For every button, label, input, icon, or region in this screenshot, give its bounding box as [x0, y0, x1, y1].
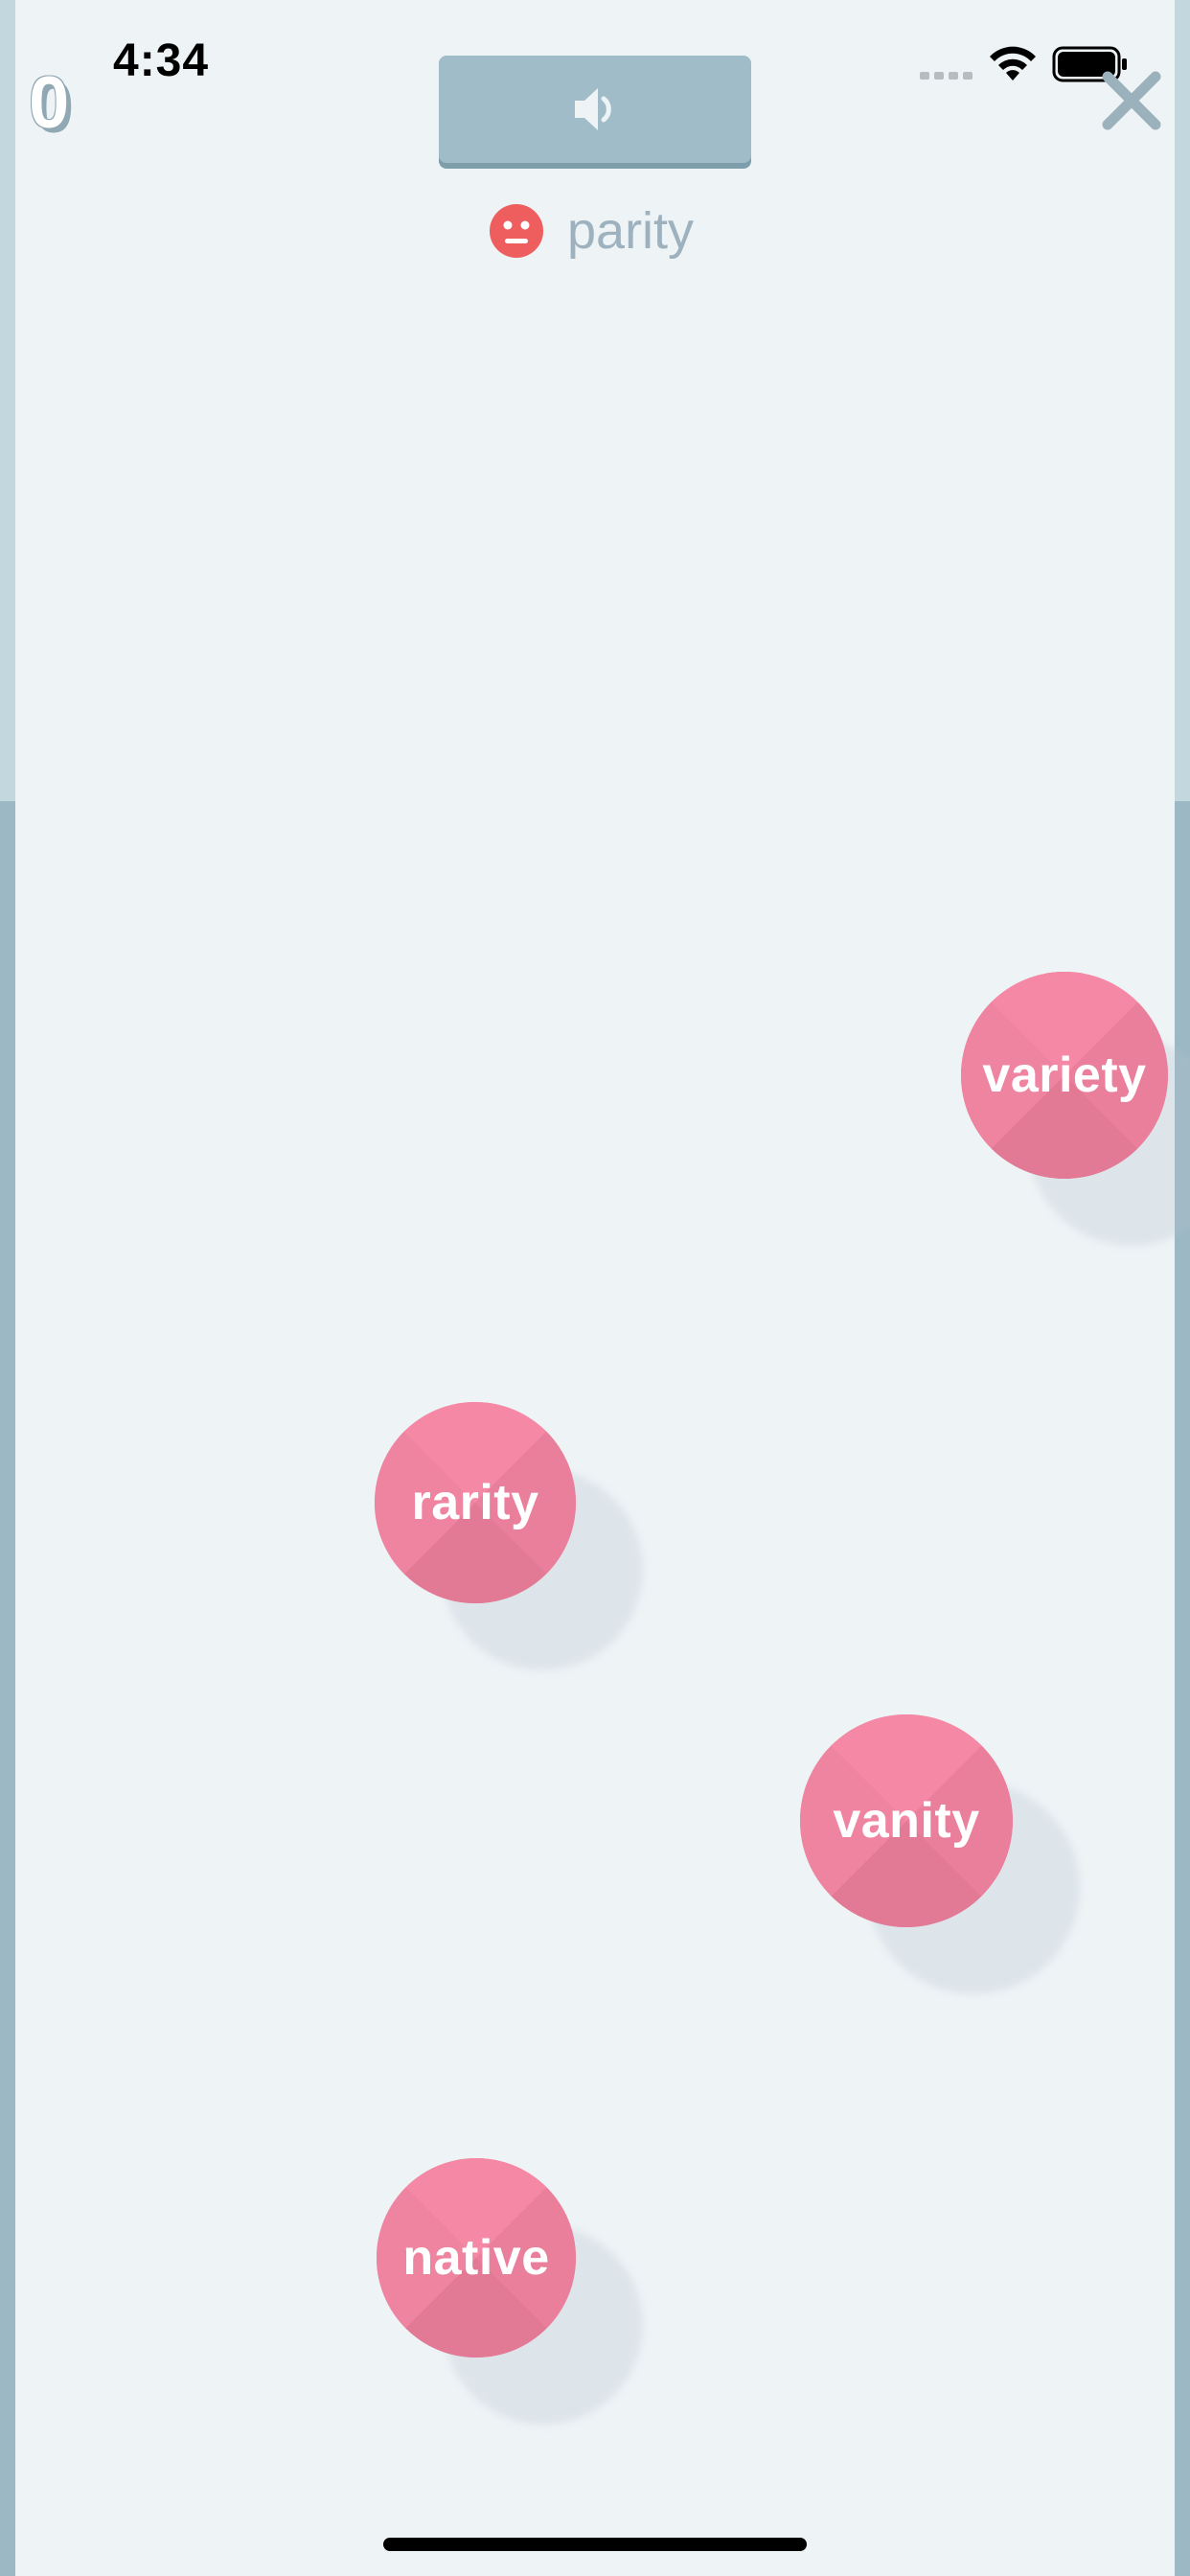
word-bubble-vanity[interactable]: vanity	[800, 1714, 1080, 1994]
word-bubble-label: rarity	[411, 1475, 539, 1530]
sad-face-icon	[490, 204, 543, 258]
word-bubble-label: vanity	[833, 1793, 980, 1849]
score-counter: 0	[29, 62, 70, 144]
prompt-word: parity	[567, 202, 695, 260]
play-audio-button[interactable]	[439, 56, 751, 163]
word-bubble-variety[interactable]: variety	[961, 972, 1190, 1246]
word-bubble-label: native	[402, 2230, 550, 2286]
cellular-signal-icon	[920, 72, 973, 81]
close-icon	[1102, 71, 1161, 130]
word-bubble-rarity[interactable]: rarity	[375, 1402, 643, 1670]
left-edge-rail	[0, 0, 15, 2576]
close-button[interactable]	[1100, 69, 1163, 132]
word-bubble-native[interactable]: native	[377, 2158, 643, 2425]
status-bar-time: 4:34	[113, 35, 210, 86]
word-bubble-label: variety	[982, 1047, 1147, 1103]
home-indicator[interactable]	[383, 2538, 807, 2551]
right-edge-rail	[1175, 0, 1190, 2576]
speaker-icon	[575, 88, 611, 130]
game-screen: 4:34 0 parity variety rarity vanity nati…	[0, 0, 1190, 2576]
wifi-icon	[990, 46, 1036, 80]
prompt: parity	[489, 199, 694, 263]
